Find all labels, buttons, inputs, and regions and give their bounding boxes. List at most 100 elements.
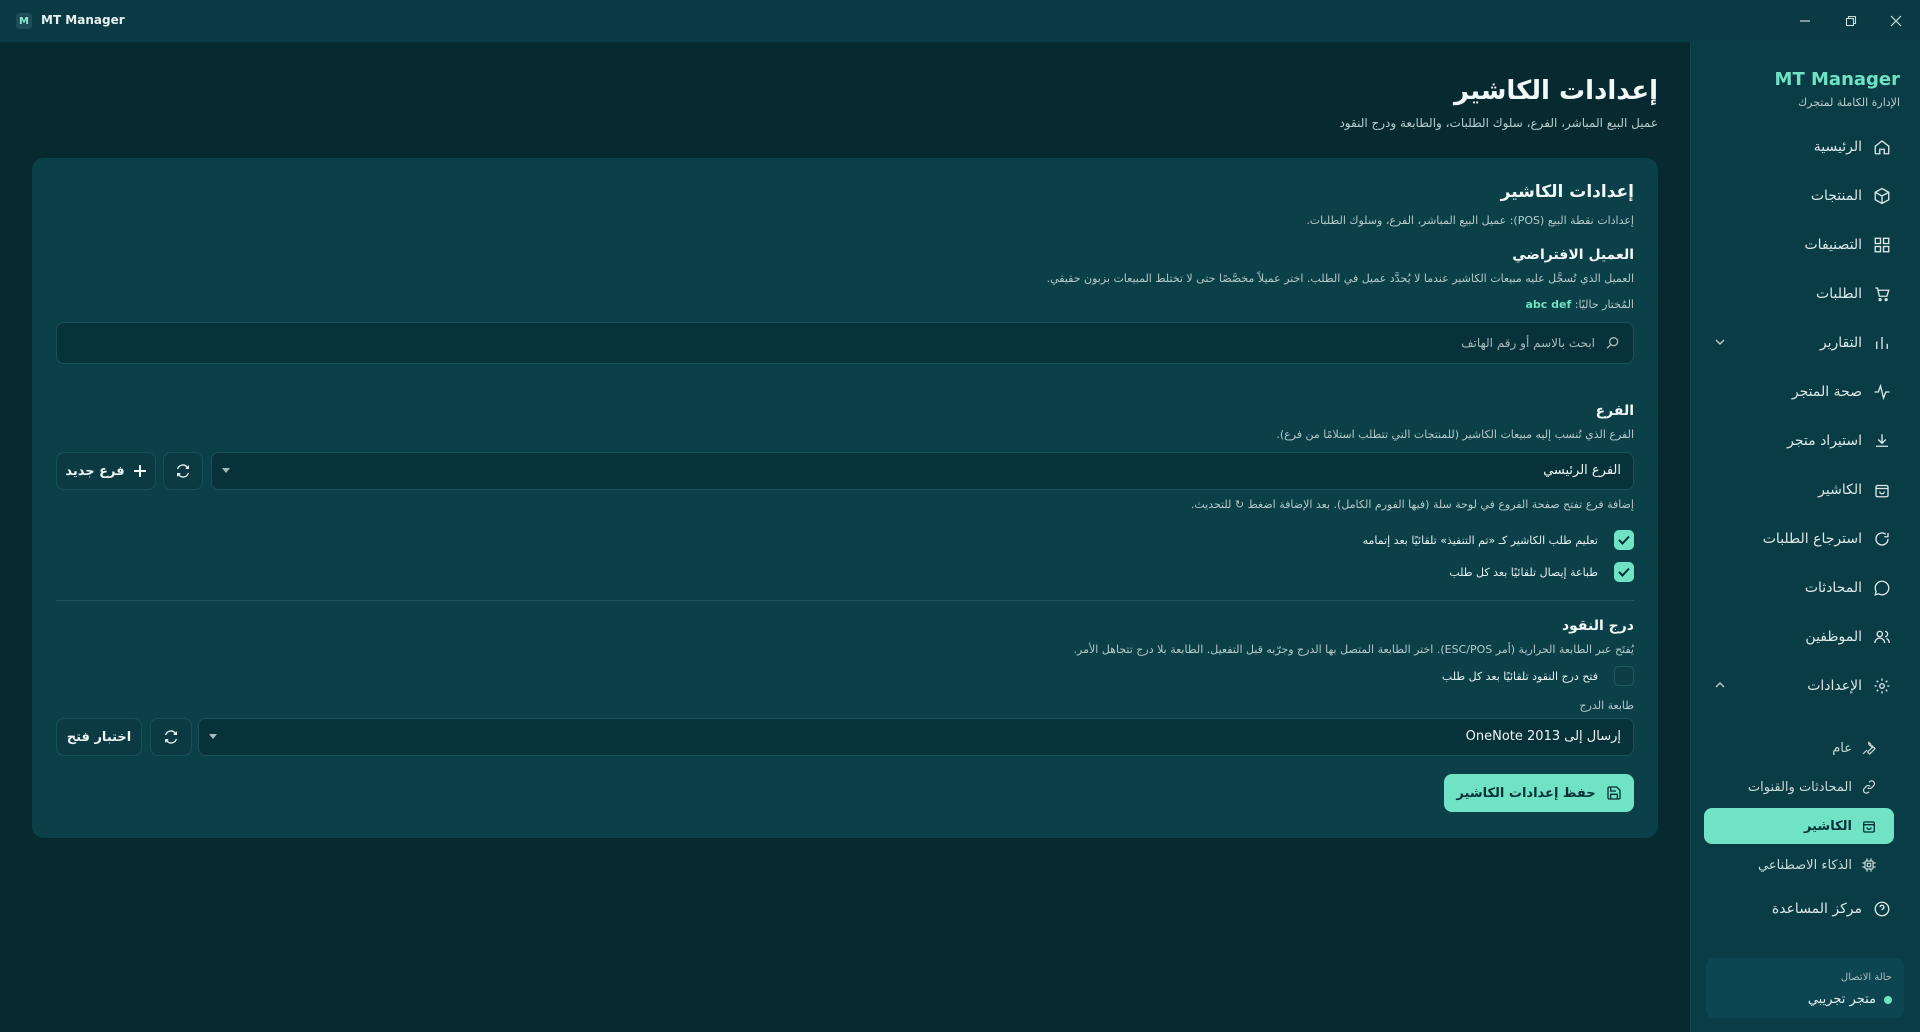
printer-selected-value: إرسال إلى OneNote 2013 — [1465, 729, 1621, 744]
sidebar-item-employees[interactable]: الموظفين — [1690, 617, 1920, 657]
plus-icon — [133, 464, 147, 478]
sidebar-item-label: التصنيفات — [1804, 237, 1863, 253]
drawer-printer-label: طابعة الدرج — [1579, 699, 1634, 712]
test-open-drawer-button[interactable]: اختبار فتح — [56, 718, 142, 756]
restore-button[interactable] — [1838, 8, 1864, 34]
new-branch-label: فرع جديد — [65, 463, 125, 479]
grid-icon — [1872, 235, 1892, 255]
sidebar-item-label: استيراد متجر — [1787, 433, 1862, 449]
refresh-printers-button[interactable] — [150, 718, 192, 756]
users-icon — [1872, 627, 1892, 647]
download-icon — [1872, 431, 1892, 451]
title-bar: M MT Manager — [0, 0, 1920, 42]
checkbox-unchecked[interactable] — [1614, 666, 1634, 686]
refresh-icon — [177, 464, 189, 478]
sidebar-item-label: استرجاع الطلبات — [1762, 531, 1862, 547]
branch-description: الفرع الذي تُنسب إليه مبيعات الكاشير (لل… — [1276, 428, 1634, 441]
cash-drawer-heading: درج النقود — [1561, 618, 1634, 634]
settings-sub-cashier[interactable]: الكاشير — [1704, 808, 1894, 844]
sub-item-label: عام — [1832, 740, 1852, 756]
sidebar-item-home[interactable]: الرئيسية — [1690, 127, 1920, 167]
brand: MT Manager الإدارة الكاملة لمتجرك — [1775, 69, 1900, 109]
sidebar-item-label: الطلبات — [1816, 286, 1862, 302]
brand-name: MT Manager — [1774, 69, 1900, 90]
sidebar-item-import-store[interactable]: استيراد متجر — [1690, 421, 1920, 461]
checkbox-checked[interactable] — [1614, 530, 1634, 550]
save-cashier-settings-button[interactable]: حفظ إعدادات الكاشير — [1444, 774, 1634, 812]
branch-note: إضافة فرع تفتح صفحة الفروع في لوحة سلة (… — [1190, 498, 1634, 511]
search-placeholder: ابحث بالاسم أو رقم الهاتف — [1461, 336, 1595, 350]
sidebar-item-orders[interactable]: الطلبات — [1690, 274, 1920, 314]
sidebar-item-label: الرئيسية — [1813, 139, 1862, 155]
branch-selected-value: الفرع الرئيسي — [1543, 463, 1621, 478]
drawer-printer-select[interactable]: إرسال إلى OneNote 2013 — [198, 718, 1634, 756]
connection-status-label: حالة الاتصال — [1840, 972, 1892, 983]
sidebar-item-settings[interactable]: الإعدادات — [1690, 666, 1920, 706]
connection-status: حالة الاتصال متجر تجريبي — [1706, 958, 1904, 1018]
test-open-label: اختبار فتح — [66, 729, 132, 745]
close-icon — [1890, 15, 1902, 27]
card-title: إعدادات الكاشير — [1500, 182, 1634, 202]
box-icon — [1872, 186, 1892, 206]
sidebar-item-label: الإعدادات — [1807, 678, 1862, 694]
settings-sub-general[interactable]: عام — [1690, 731, 1920, 765]
settings-sub-ai[interactable]: الذكاء الاصطناعي — [1690, 848, 1920, 882]
customer-search-input[interactable]: ابحث بالاسم أو رقم الهاتف — [56, 322, 1634, 364]
page-subtitle: عميل البيع المباشر، الفرع، سلوك الطلبات،… — [1339, 116, 1658, 130]
settings-sub-channels[interactable]: المحادثات والقنوات — [1690, 770, 1920, 804]
sidebar-item-reports[interactable]: التقارير — [1690, 323, 1920, 363]
branch-heading: الفرع — [1595, 403, 1634, 419]
sub-item-label: المحادثات والقنوات — [1747, 779, 1852, 795]
refresh-icon — [165, 730, 177, 744]
sub-item-label: الذكاء الاصطناعي — [1758, 857, 1852, 873]
app-logo: M — [16, 13, 32, 29]
current-customer: المُختار حاليًا: abc def — [1525, 298, 1634, 311]
sidebar-item-categories[interactable]: التصنيفات — [1690, 225, 1920, 265]
chat-icon — [1872, 578, 1892, 598]
sidebar-item-label: التقارير — [1819, 335, 1862, 351]
sidebar-item-label: مركز المساعدة — [1771, 901, 1862, 917]
sidebar-item-label: الكاشير — [1818, 482, 1862, 498]
auto-open-drawer-checkbox[interactable]: فتح درج النقود تلقائيًا بعد كل طلب — [1442, 666, 1634, 686]
default-customer-description: العميل الذي تُسجَّل عليه مبيعات الكاشير … — [1046, 272, 1634, 285]
sidebar-item-store-health[interactable]: صحة المتجر — [1690, 372, 1920, 412]
pulse-icon — [1872, 382, 1892, 402]
sidebar-item-returns[interactable]: استرجاع الطلبات — [1690, 519, 1920, 559]
caret-down-icon — [222, 468, 230, 473]
branch-select[interactable]: الفرع الرئيسي — [211, 452, 1634, 490]
new-branch-button[interactable]: فرع جديد — [56, 452, 156, 490]
auto-complete-order-checkbox[interactable]: تعليم طلب الكاشير كـ «تم التنفيذ» تلقائي… — [1363, 530, 1634, 550]
sidebar-item-label: الموظفين — [1805, 629, 1862, 645]
minimize-button[interactable] — [1792, 8, 1818, 34]
shopping-bag-icon — [1872, 480, 1892, 500]
cart-icon — [1872, 284, 1892, 304]
connection-status-value: متجر تجريبي — [1808, 992, 1892, 1007]
home-icon — [1872, 137, 1892, 157]
current-customer-value: abc def — [1525, 298, 1572, 311]
cashier-settings-card: إعدادات الكاشير إعدادات نقطة البيع (POS)… — [32, 158, 1658, 838]
sidebar-item-help[interactable]: مركز المساعدة — [1690, 889, 1920, 929]
checkbox-label: تعليم طلب الكاشير كـ «تم التنفيذ» تلقائي… — [1362, 533, 1598, 547]
status-dot — [1884, 995, 1892, 1004]
chevron-up-icon — [1714, 679, 1726, 695]
minimize-icon — [1800, 20, 1810, 22]
close-button[interactable] — [1883, 8, 1909, 34]
refresh-icon — [1872, 529, 1892, 549]
shopping-bag-icon — [1860, 817, 1878, 835]
sidebar-item-cashier[interactable]: الكاشير — [1690, 470, 1920, 510]
gear-icon — [1872, 676, 1892, 696]
sidebar-item-products[interactable]: المنتجات — [1690, 176, 1920, 216]
checkbox-label: طباعة إيصال تلقائيًا بعد كل طلب — [1449, 565, 1598, 579]
help-icon — [1872, 899, 1892, 919]
refresh-branches-button[interactable] — [163, 452, 203, 490]
checkbox-checked[interactable] — [1614, 562, 1634, 582]
link-icon — [1860, 778, 1878, 796]
sidebar-item-label: المنتجات — [1810, 188, 1862, 204]
checkbox-label: فتح درج النقود تلقائيًا بعد كل طلب — [1441, 669, 1598, 683]
sidebar-item-conversations[interactable]: المحادثات — [1690, 568, 1920, 608]
current-customer-label: المُختار حاليًا: — [1574, 298, 1634, 311]
auto-print-receipt-checkbox[interactable]: طباعة إيصال تلقائيًا بعد كل طلب — [1449, 562, 1634, 582]
sidebar-item-label: المحادثات — [1804, 580, 1862, 596]
wrench-icon — [1860, 739, 1878, 757]
caret-down-icon — [209, 734, 217, 739]
